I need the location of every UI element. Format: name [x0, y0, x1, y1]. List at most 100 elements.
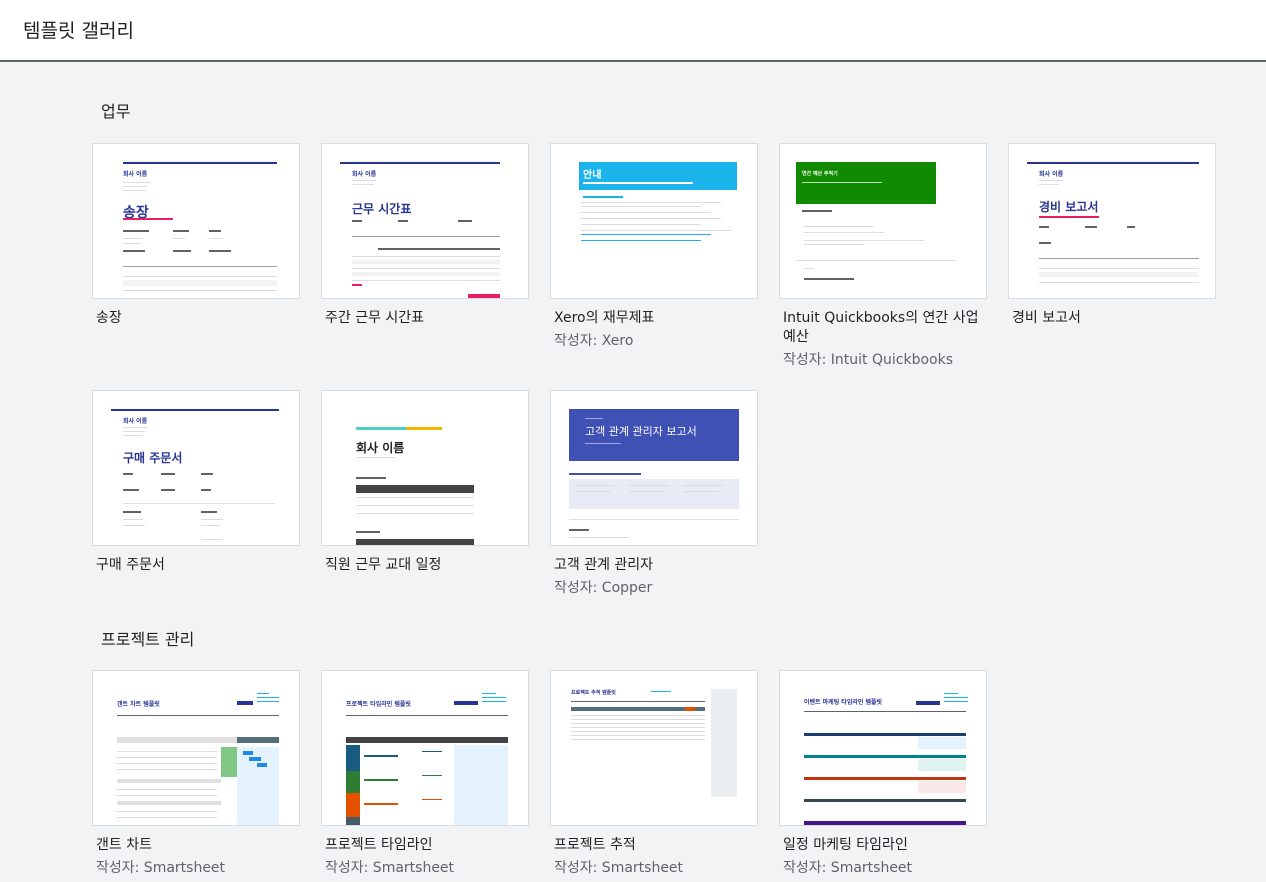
- thumbnail-shape: [356, 539, 474, 545]
- thumbnail-shape: [571, 715, 705, 716]
- template-thumbnail[interactable]: 회사 이름 송장: [92, 143, 300, 299]
- thumbnail-shape: [257, 763, 267, 767]
- thumbnail-shape: [123, 511, 141, 513]
- thumbnail-shape: [173, 238, 185, 239]
- template-thumbnail[interactable]: 회사 이름 구매 주문서: [92, 390, 300, 546]
- thumbnail-shape: [581, 224, 701, 225]
- thumbnail-shape: [802, 210, 832, 212]
- template-name: 고객 관계 관리자: [554, 557, 654, 573]
- thumbnail-shape: [804, 244, 864, 245]
- thumbnail-shape: [364, 755, 398, 757]
- thumbnail-shape: [352, 184, 374, 185]
- thumbnail-shape: [123, 525, 145, 526]
- thumbnail-shape: [346, 745, 360, 771]
- thumbnail-shape: [123, 162, 277, 164]
- thumbnail-shape: [796, 260, 956, 261]
- thumbnail-shape: [575, 485, 615, 486]
- thumbnail-shape: [1039, 226, 1049, 228]
- template-author: 작성자: Intuit Quickbooks: [783, 352, 954, 368]
- template-author: 작성자: Smartsheet: [96, 860, 226, 876]
- thumbnail-shape: [581, 206, 701, 207]
- thumbnail-shape: [1039, 180, 1063, 181]
- template-name: 프로젝트 추적: [554, 837, 636, 853]
- thumbnail-shape: [352, 236, 500, 237]
- template-name: 경비 보고서: [1012, 310, 1081, 326]
- thumbnail-shape: [804, 240, 924, 241]
- thumbnail-shape: [569, 519, 739, 520]
- thumbnail-shape: [123, 230, 149, 232]
- thumbnail-shape: [123, 435, 143, 436]
- thumbnail-shape: [117, 757, 217, 758]
- thumbnail-shape: [209, 250, 231, 252]
- thumbnail-shape: [352, 260, 500, 264]
- template-thumbnail[interactable]: 고객 관계 관리자 보고서: [550, 390, 758, 546]
- thumbnail-shape: [352, 280, 500, 281]
- template-thumbnail[interactable]: 안내: [550, 143, 758, 299]
- thumbnail-shape: [1039, 184, 1059, 185]
- thumbnail-shape: [804, 733, 966, 736]
- section-title-project-management: 프로젝트 관리: [101, 630, 195, 649]
- template-thumbnail[interactable]: 갠트 차트 템플릿: [92, 670, 300, 826]
- thumbnail-shape: [173, 250, 191, 252]
- thumbnail-text: 프로젝트 타임라인 템플릿: [346, 701, 411, 708]
- thumbnail-shape: [1039, 272, 1199, 277]
- thumbnail-shape: [571, 731, 705, 732]
- thumbnail-shape: [1027, 162, 1199, 164]
- template-thumbnail[interactable]: 프로젝트 추적 템플릿: [550, 670, 758, 826]
- thumbnail-shape: [585, 443, 621, 444]
- template-thumbnail[interactable]: 프로젝트 타임라인 템플릿: [321, 670, 529, 826]
- thumbnail-shape: [209, 230, 221, 232]
- thumbnail-shape: [398, 220, 408, 222]
- thumbnail-text: 고객 관계 관리자 보고서: [585, 425, 697, 438]
- thumbnail-shape: [378, 248, 500, 250]
- thumbnail-shape: [1127, 226, 1135, 228]
- thumbnail-shape: [352, 284, 362, 286]
- template-name: 구매 주문서: [96, 557, 165, 573]
- template-thumbnail[interactable]: 회사 이름 경비 보고서: [1008, 143, 1216, 299]
- thumbnail-text: 회사 이름: [352, 171, 377, 178]
- thumbnail-shape: [944, 701, 968, 702]
- thumbnail-shape: [123, 266, 277, 267]
- thumbnail-shape: [454, 745, 508, 825]
- thumbnail-shape: [352, 256, 500, 257]
- template-thumbnail[interactable]: 이벤트 마케팅 타임라인 템플릿: [779, 670, 987, 826]
- template-name: Xero의 재무제표: [554, 310, 655, 326]
- thumbnail-shape: [356, 513, 474, 514]
- thumbnail-text: 회사 이름: [356, 441, 405, 455]
- thumbnail-shape: [346, 817, 360, 825]
- thumbnail-shape: [123, 186, 147, 187]
- template-author: 작성자: Smartsheet: [325, 860, 455, 876]
- thumbnail-shape: [918, 759, 966, 771]
- thumbnail-text: 이벤트 마케팅 타임라인 템플릿: [804, 699, 883, 706]
- thumbnail-shape: [237, 737, 279, 743]
- template-name: 일정 마케팅 타임라인: [783, 837, 908, 853]
- thumbnail-text: 연간 예산 추적기: [802, 171, 838, 177]
- thumbnail-shape: [571, 739, 705, 740]
- thumbnail-shape: [123, 473, 133, 475]
- thumbnail-shape: [571, 735, 705, 736]
- thumbnail-text: 회사 이름: [123, 418, 148, 425]
- thumbnail-shape: [201, 539, 223, 540]
- thumbnail-shape: [346, 737, 508, 743]
- thumbnail-shape: [117, 779, 221, 783]
- thumbnail-shape: [123, 182, 151, 183]
- thumbnail-shape: [117, 789, 217, 790]
- template-name: Intuit Quickbooks의 연간 사업 예산: [783, 310, 979, 345]
- thumbnail-shape: [569, 529, 589, 531]
- thumbnail-shape: [201, 525, 219, 526]
- thumbnail-shape: [575, 491, 611, 492]
- template-thumbnail[interactable]: 회사 이름: [321, 390, 529, 546]
- thumbnail-text: 경비 보고서: [1039, 200, 1099, 214]
- thumbnail-shape: [571, 701, 705, 702]
- thumbnail-shape: [237, 701, 253, 705]
- thumbnail-shape: [123, 431, 145, 432]
- thumbnail-shape: [1085, 226, 1097, 228]
- thumbnail-shape: [221, 747, 237, 777]
- thumbnail-text: 안내: [583, 170, 602, 181]
- thumbnail-shape: [458, 220, 472, 222]
- template-thumbnail[interactable]: 연간 예산 추적기: [779, 143, 987, 299]
- thumbnail-shape: [123, 503, 275, 504]
- template-author: 작성자: Smartsheet: [554, 860, 684, 876]
- template-thumbnail[interactable]: 회사 이름 근무 시간표: [321, 143, 529, 299]
- thumbnail-shape: [482, 693, 496, 694]
